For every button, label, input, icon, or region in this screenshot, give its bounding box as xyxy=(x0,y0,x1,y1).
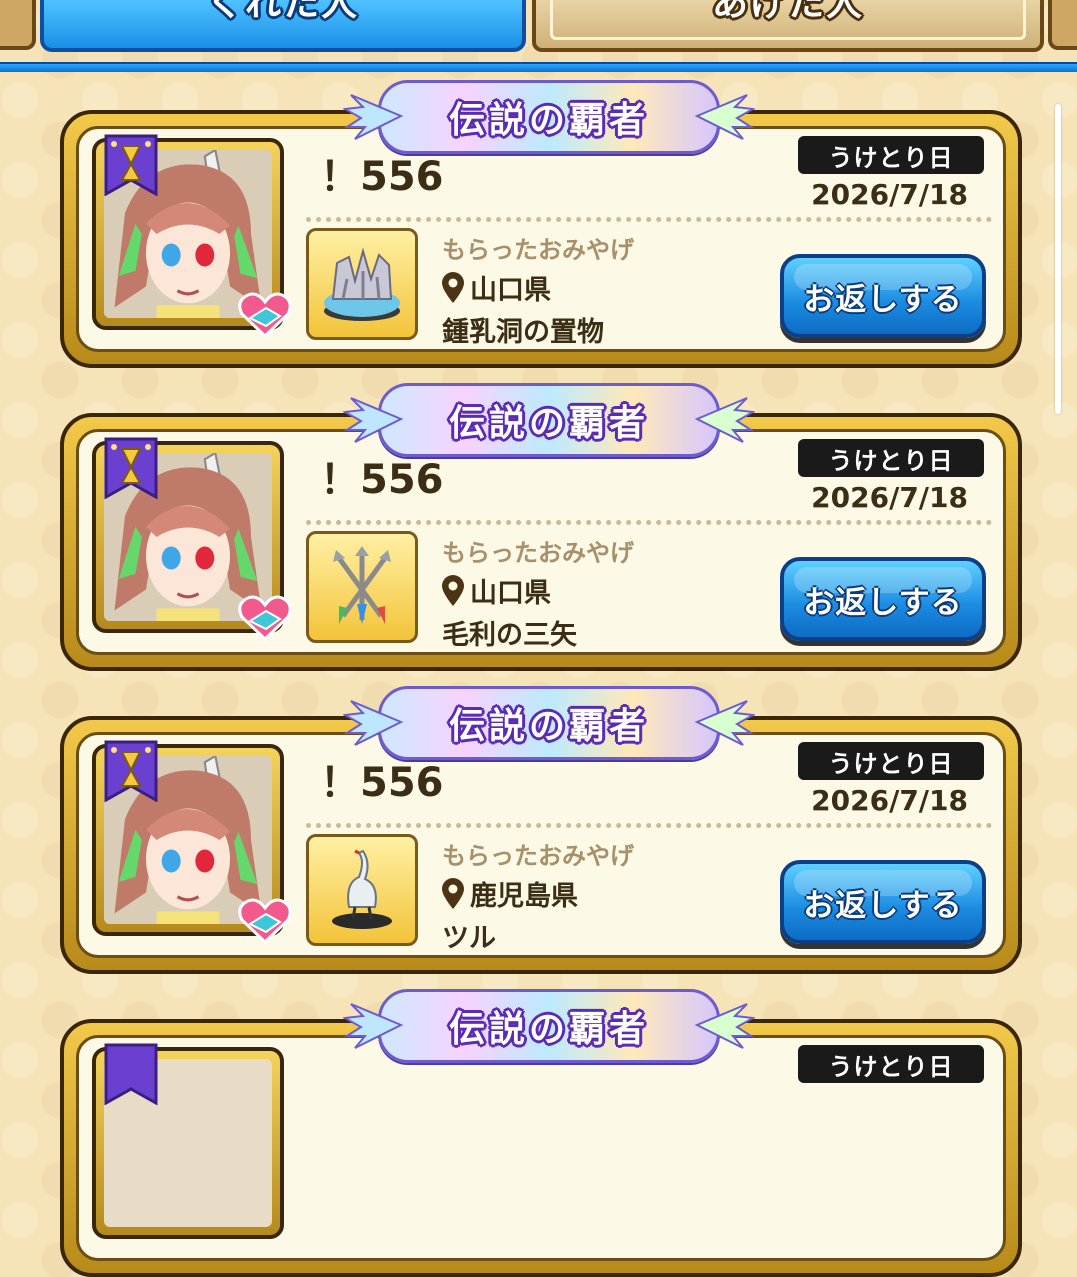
date-value: 2026/7/18 xyxy=(811,784,968,817)
item-name: ツル xyxy=(442,923,496,954)
rank-badge-icon xyxy=(104,1043,158,1105)
date-label: うけとり日 xyxy=(798,1045,984,1083)
gift-label: もらったおみやげ xyxy=(442,842,634,870)
gift-card: 伝説の覇者 うけとり日 xyxy=(60,989,1022,1277)
prefecture-text: 鹿児島県 xyxy=(470,881,578,912)
return-gift-button[interactable]: お返しする xyxy=(780,860,986,944)
tab-received[interactable]: くれた人 xyxy=(40,0,526,52)
return-gift-button[interactable]: お返しする xyxy=(780,254,986,338)
gift-card: 伝説の覇者 ！556 うけとり日 202 xyxy=(60,383,1022,671)
handshake-icon xyxy=(238,292,292,339)
tab-given[interactable]: あげた人 xyxy=(532,0,1044,52)
item-name: 鍾乳洞の置物 xyxy=(442,317,604,348)
date-label: うけとり日 xyxy=(798,742,984,780)
prefecture-text: 山口県 xyxy=(470,275,551,306)
scrollbar[interactable] xyxy=(1055,104,1061,414)
divider xyxy=(306,823,992,828)
location-pin-icon xyxy=(442,574,464,606)
item-name: 毛利の三矢 xyxy=(442,620,577,651)
rank-badge-icon xyxy=(104,437,158,499)
return-gift-button-label: お返しする xyxy=(803,584,963,621)
divider xyxy=(306,217,992,222)
gift-label: もらったおみやげ xyxy=(442,236,634,264)
return-gift-button-label: お返しする xyxy=(803,281,963,318)
three-arrows-icon xyxy=(333,546,391,624)
handshake-icon xyxy=(238,595,292,642)
wing-left-icon xyxy=(343,397,403,443)
return-gift-button[interactable]: お返しする xyxy=(780,557,986,641)
wing-left-icon xyxy=(343,700,403,746)
location-pin-icon xyxy=(442,271,464,303)
tab-received-label: くれた人 xyxy=(206,0,359,24)
rank-badge-icon xyxy=(104,134,158,196)
crane-figure-icon xyxy=(332,849,392,929)
tab-bar: くれた人 あげた人 xyxy=(0,0,1077,72)
gift-label: もらったおみやげ xyxy=(442,539,634,567)
banner-title: 伝説の覇者 xyxy=(448,100,649,141)
gift-item-thumbnail[interactable] xyxy=(306,531,418,643)
banner-title: 伝説の覇者 xyxy=(448,403,649,444)
date-value: 2026/7/18 xyxy=(811,481,968,514)
prefecture-text: 山口県 xyxy=(470,578,551,609)
title-banner: 伝説の覇者 xyxy=(343,989,755,1063)
wing-left-icon xyxy=(343,94,403,140)
location-pin-icon xyxy=(442,877,464,909)
date-label: うけとり日 xyxy=(798,439,984,477)
banner-title: 伝説の覇者 xyxy=(448,1009,649,1050)
return-gift-button-label: お返しする xyxy=(803,887,963,924)
wing-right-icon xyxy=(695,1003,755,1049)
tab-underline xyxy=(0,62,1077,72)
wing-right-icon xyxy=(695,94,755,140)
prefecture-row: 山口県 xyxy=(440,268,551,307)
date-label: うけとり日 xyxy=(798,136,984,174)
wing-left-icon xyxy=(343,1003,403,1049)
divider xyxy=(306,520,992,525)
rank-badge-icon xyxy=(104,740,158,802)
gift-item-thumbnail[interactable] xyxy=(306,228,418,340)
gift-item-thumbnail[interactable] xyxy=(306,834,418,946)
gift-card: 伝説の覇者 ！556 うけとり日 202 xyxy=(60,686,1022,974)
wing-right-icon xyxy=(695,700,755,746)
title-banner: 伝説の覇者 xyxy=(343,383,755,457)
tab-edge-left xyxy=(0,0,36,50)
prefecture-row: 鹿児島県 xyxy=(440,874,578,913)
tab-edge-right xyxy=(1048,0,1077,50)
date-value: 2026/7/18 xyxy=(811,178,968,211)
cave-ornament-icon xyxy=(324,247,400,321)
title-banner: 伝説の覇者 xyxy=(343,686,755,760)
wing-right-icon xyxy=(695,397,755,443)
banner-title: 伝説の覇者 xyxy=(448,706,649,747)
title-banner: 伝説の覇者 xyxy=(343,80,755,154)
gift-card: 伝説の覇者 ！556 うけとり日 202 xyxy=(60,80,1022,368)
handshake-icon xyxy=(238,898,292,945)
prefecture-row: 山口県 xyxy=(440,571,551,610)
